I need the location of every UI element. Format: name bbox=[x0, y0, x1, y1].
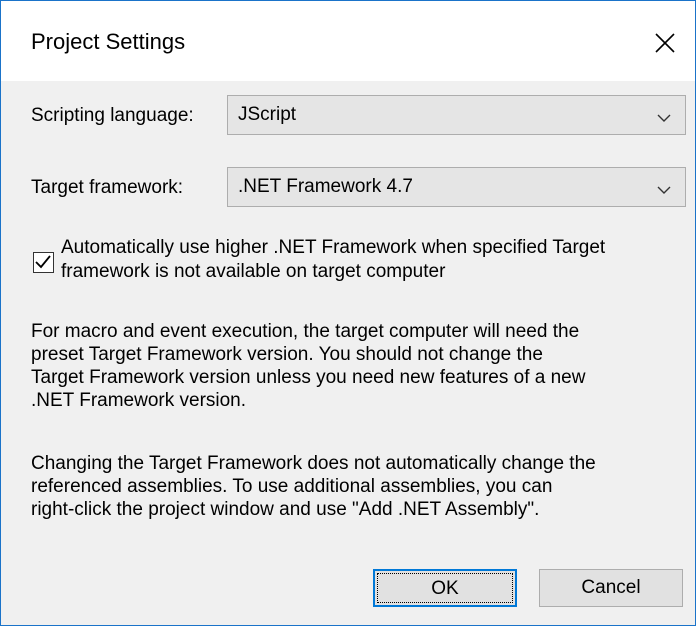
info1-line-3: Target Framework version unless you need… bbox=[31, 367, 586, 388]
project-settings-dialog: Project Settings Scripting language: JSc… bbox=[0, 0, 696, 626]
target-framework-label: Target framework: bbox=[31, 177, 184, 198]
title-bar: Project Settings bbox=[1, 1, 695, 81]
info2-line-3: right-click the project window and use "… bbox=[31, 499, 540, 520]
cancel-button[interactable]: Cancel bbox=[539, 569, 683, 607]
framework-info-paragraph: For macro and event execution, the targe… bbox=[31, 320, 681, 412]
ok-button[interactable]: OK bbox=[373, 569, 517, 607]
info1-line-1: For macro and event execution, the targe… bbox=[31, 321, 580, 342]
auto-higher-framework-label[interactable]: Automatically use higher .NET Framework … bbox=[61, 236, 691, 284]
info2-line-2: referenced assemblies. To use additional… bbox=[31, 476, 553, 497]
info1-line-2: preset Target Framework version. You sho… bbox=[31, 344, 543, 365]
close-button[interactable] bbox=[639, 15, 695, 71]
auto-higher-line-2: framework is not available on target com… bbox=[61, 261, 446, 282]
chevron-down-icon bbox=[657, 182, 671, 200]
info1-line-4: .NET Framework version. bbox=[31, 390, 247, 411]
ok-button-label: OK bbox=[431, 578, 459, 599]
target-framework-select[interactable]: .NET Framework 4.7 bbox=[227, 167, 686, 207]
auto-higher-framework-checkbox[interactable] bbox=[33, 252, 54, 273]
assemblies-info-paragraph: Changing the Target Framework does not a… bbox=[31, 452, 681, 521]
chevron-down-icon bbox=[657, 110, 671, 128]
dialog-body: Scripting language: JScript Target frame… bbox=[1, 81, 695, 625]
scripting-language-label: Scripting language: bbox=[31, 105, 194, 126]
auto-higher-line-1: Automatically use higher .NET Framework … bbox=[61, 237, 606, 258]
scripting-language-select[interactable]: JScript bbox=[227, 95, 686, 135]
scripting-language-value: JScript bbox=[238, 104, 297, 125]
dialog-title: Project Settings bbox=[31, 29, 186, 54]
info2-line-1: Changing the Target Framework does not a… bbox=[31, 453, 596, 474]
target-framework-value: .NET Framework 4.7 bbox=[238, 176, 413, 197]
cancel-button-label: Cancel bbox=[581, 577, 641, 598]
